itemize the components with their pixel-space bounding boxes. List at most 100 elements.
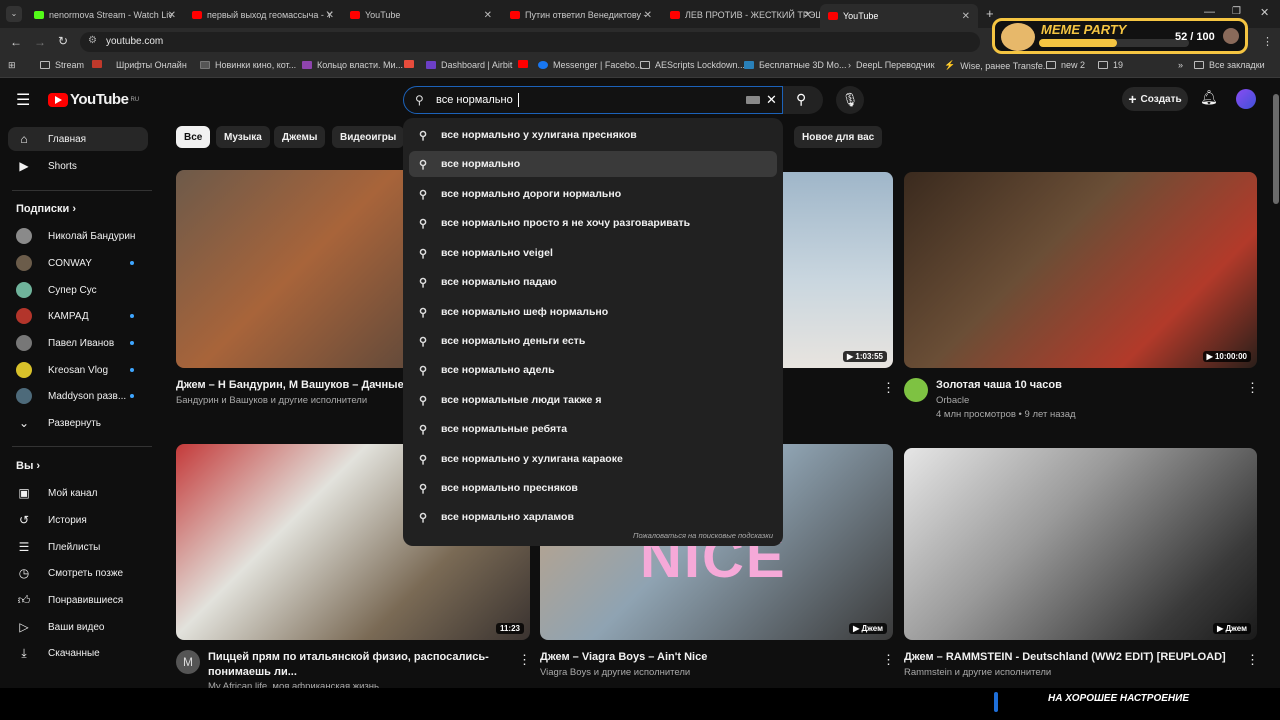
suggestion-item[interactable]: ⚲ все нормально харламов [409,504,777,530]
sidebar-item-subscription[interactable]: CONWAY [8,251,148,275]
suggestion-item[interactable]: ⚲ все нормально падаю [409,269,777,295]
bookmark-folder[interactable]: 19 [1098,60,1123,70]
bookmark-item[interactable]: › DeepL Переводчик [848,60,935,70]
window-close-icon[interactable]: ✕ [1260,6,1269,19]
video-channel[interactable]: Rammstein и другие исполнители [904,667,1051,678]
sidebar-item-subscription[interactable]: Павел Иванов [8,331,148,355]
tab-5[interactable]: YouTube ✕ [820,4,978,28]
suggestion-item[interactable]: ⚲ все нормально у хулигана пресняков [409,122,777,148]
suggestion-item[interactable]: ⚲ все нормальные люди также я [409,387,777,413]
suggestion-item[interactable]: ⚲ все нормально шеф нормально [409,299,777,325]
suggestion-item[interactable]: ⚲ все нормально veigel [409,240,777,266]
sidebar-item-playlists[interactable]: ☰ Плейлисты [8,535,148,559]
new-tab-icon[interactable]: + [986,6,994,21]
sidebar-item-subscription[interactable]: Супер Сус [8,278,148,302]
tab-4[interactable]: ЛЕВ ПРОТИВ - ЖЕСТКИЙ ТРЭШ ✕ [662,4,820,26]
suggestion-item[interactable]: ⚲ все нормально деньги есть [409,328,777,354]
notifications-bell-icon[interactable]: 🔔︎ [1200,89,1218,106]
video-options-icon[interactable]: ⋮ [1246,652,1259,668]
sidebar-item-my-channel[interactable]: ▣ Мой канал [8,481,148,505]
bookmark-item[interactable] [518,60,533,68]
video-thumbnail[interactable]: ▶︎ Джем [904,448,1257,640]
close-icon[interactable]: ✕ [326,10,334,21]
bookmark-item[interactable] [404,60,419,68]
sidebar-item-watch-later[interactable]: ◷ Смотреть позже [8,561,148,585]
maximize-icon[interactable]: ❐ [1232,6,1241,17]
video-title-line2[interactable]: понимаешь ли... [208,666,508,678]
chip-jams[interactable]: Джемы [274,126,326,148]
search-input[interactable]: все нормально [436,94,513,106]
video-title[interactable]: Золотая чаша 10 часов [936,379,1236,391]
channel-avatar[interactable] [904,378,928,402]
sidebar-item-downloads[interactable]: ⤓ Скачанные [8,641,148,665]
tab-search-icon[interactable]: ⌄ [6,6,22,22]
sidebar-item-subscription[interactable]: Maddyson разв... [8,384,148,408]
sidebar-item-liked[interactable]: 👍︎ Понравившиеся [8,588,148,612]
tab-0[interactable]: nenormova Stream - Watch Liv ✕ [26,4,184,26]
apps-icon[interactable]: ⊞ [8,60,16,71]
keyboard-icon[interactable] [746,96,760,104]
clear-search-icon[interactable]: ✕ [766,92,777,108]
back-icon[interactable]: ← [10,35,22,49]
create-button[interactable]: + Создать [1122,87,1188,111]
tab-3[interactable]: Путин ответил Венедиктову - ✕ [502,4,660,26]
suggestion-item[interactable]: ⚲ все нормально [409,151,777,177]
video-title[interactable]: Джем – RAMMSTEIN - Deutschland (WW2 EDIT… [904,651,1234,663]
video-options-icon[interactable]: ⋮ [1246,380,1259,396]
bookmark-item[interactable] [92,60,107,68]
bookmark-item[interactable]: AEScripts Lockdown... [640,60,745,70]
subscriptions-header[interactable]: Подписки › [16,203,76,215]
reload-icon[interactable]: ↻ [58,34,68,48]
video-title[interactable]: Пиццей прям по итальянской физио, распос… [208,651,508,663]
close-icon[interactable]: ✕ [804,10,812,21]
scrollbar-track[interactable] [1272,80,1280,720]
minimize-icon[interactable]: — [1204,6,1215,18]
more-bookmarks-icon[interactable]: » [1178,60,1183,70]
bookmark-item[interactable]: Stream [40,60,84,70]
suggestion-item[interactable]: ⚲ все нормально просто я не хочу разговар… [409,210,777,236]
voice-search-icon[interactable]: 🎙︎ [836,86,864,114]
bookmark-item[interactable]: Dashboard | Airbit [426,60,512,70]
chip-new-for-you[interactable]: Новое для вас [794,126,883,148]
sidebar-item-home[interactable]: ⌂ Главная [8,127,148,151]
forward-icon[interactable]: → [34,35,46,49]
bookmark-folder[interactable]: new 2 [1046,60,1085,70]
close-icon[interactable]: ✕ [644,10,652,21]
tab-1[interactable]: первый выход геомассыча - Y ✕ [184,4,342,26]
suggestion-item[interactable]: ⚲ все нормально пресняков [409,475,777,501]
bookmark-item[interactable]: Messenger | Facebo... [538,60,642,70]
close-icon[interactable]: ✕ [484,10,492,21]
youtube-logo[interactable]: YouTube RU [48,91,139,108]
video-title[interactable]: Джем – Viagra Boys – Ain't Nice [540,651,860,663]
bookmark-item[interactable]: Бесплатные 3D Мо... [744,60,847,70]
account-avatar[interactable] [1236,89,1256,109]
tab-2[interactable]: YouTube ✕ [342,4,500,26]
chip-videogames[interactable]: Видеоигры [332,126,405,148]
channel-avatar[interactable]: M [176,650,200,674]
bookmark-item[interactable]: ⚡ Wise, ранее Transfe... [944,60,1050,71]
suggestion-item[interactable]: ⚲ все нормально адель [409,357,777,383]
sidebar-item-expand[interactable]: ⌄ Развернуть [8,411,148,435]
video-options-icon[interactable]: ⋮ [518,652,531,668]
sidebar-item-shorts[interactable]: ▶ Shorts [8,154,148,178]
all-bookmarks[interactable]: Все закладки [1194,60,1265,70]
video-thumbnail[interactable]: ▶︎ 10:00:00 [904,172,1257,368]
video-options-icon[interactable]: ⋮ [882,380,895,396]
close-icon[interactable]: ✕ [168,10,176,21]
scrollbar-thumb[interactable] [1273,94,1279,204]
search-field[interactable]: ⚲ все нормально ✕ [403,86,783,114]
suggestion-item[interactable]: ⚲ все нормально у хулигана караоке [409,446,777,472]
hamburger-menu-icon[interactable]: ☰ [16,90,30,110]
video-title[interactable]: Джем – Н Бандурин, М Вашуков – Дачные ча [176,379,406,391]
sidebar-item-subscription[interactable]: Kreosan Vlog [8,358,148,382]
bookmark-item[interactable]: Шрифты Онлайн [116,60,187,70]
bookmark-item[interactable]: Новинки кино, кот... [200,60,296,70]
sidebar-item-subscription[interactable]: КАМРАД [8,304,148,328]
report-suggestions-link[interactable]: Пожаловаться на поисковые подсказки [633,531,773,540]
sidebar-item-subscription[interactable]: Николай Бандурин [8,224,148,248]
video-options-icon[interactable]: ⋮ [882,652,895,668]
close-icon[interactable]: ✕ [962,11,970,22]
bookmark-item[interactable]: Кольцо власти. Ми... [302,60,403,70]
site-info-icon[interactable]: ⚙ [88,35,97,46]
video-channel[interactable]: Viagra Boys и другие исполнители [540,667,690,678]
